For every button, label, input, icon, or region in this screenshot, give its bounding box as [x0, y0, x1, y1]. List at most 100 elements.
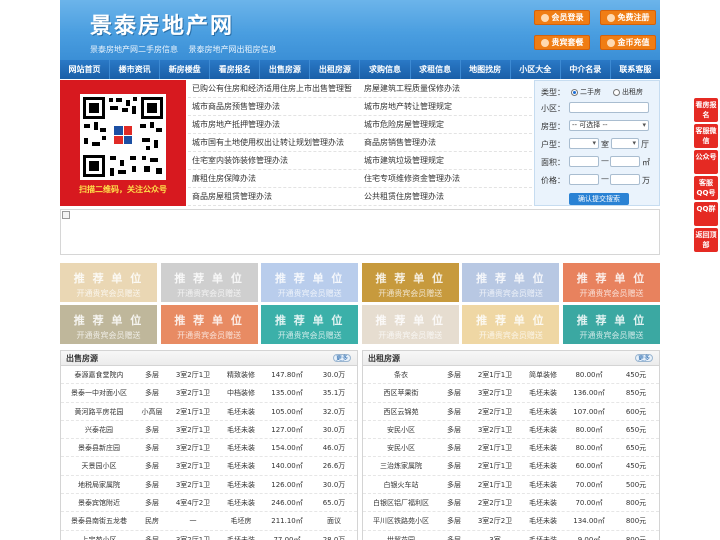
banner-area[interactable]: [60, 209, 660, 255]
vip-package-button[interactable]: 贵宾套餐: [534, 35, 590, 50]
nav-contact[interactable]: 联系客服: [611, 60, 660, 79]
float-official-account[interactable]: 公众号: [694, 150, 718, 174]
policy-link[interactable]: 城市房地产抵押管理办法: [188, 116, 360, 133]
table-cell[interactable]: 地税局家属院: [61, 476, 137, 493]
nav-new-homes[interactable]: 新房楼盘: [160, 60, 211, 79]
nav-viewing-signup[interactable]: 看房报名: [210, 60, 261, 79]
table-cell[interactable]: 白银区铝厂福利区: [363, 494, 439, 511]
table-row[interactable]: 景泰宾馆附近 多层 4室4厅2卫 毛坯未装 246.00㎡ 65.0万: [61, 494, 357, 513]
table-row[interactable]: 世贸花园 多层 3室 毛坯未装 9.00㎡ 800元: [363, 531, 659, 540]
ad-slot[interactable]: 推 荐 单 位开通贵宾会员赠送: [462, 305, 560, 344]
subtitle-sale[interactable]: 景泰房地产网二手房信息: [90, 45, 178, 54]
table-cell[interactable]: 黄河路平房花园: [61, 403, 137, 420]
community-input[interactable]: [569, 102, 649, 113]
recharge-button[interactable]: 金币充值: [600, 35, 656, 50]
table-cell[interactable]: 上宝苑小区: [61, 531, 137, 540]
rent-more-button[interactable]: 更多: [635, 354, 653, 362]
ad-slot[interactable]: 推 荐 单 位开通贵宾会员赠送: [261, 305, 359, 344]
table-cell[interactable]: 西区云锦苑: [363, 403, 439, 420]
table-cell[interactable]: 景泰县新庄园: [61, 439, 137, 456]
nav-for-rent[interactable]: 出租房源: [310, 60, 361, 79]
table-row[interactable]: 白银火车站 多层 2室1厅1卫 毛坯未装 70.00㎡ 500元: [363, 476, 659, 495]
ad-slot[interactable]: 推 荐 单 位开通贵宾会员赠送: [261, 263, 359, 302]
table-cell[interactable]: 西区苹果街: [363, 384, 439, 401]
table-cell[interactable]: 世贸花园: [363, 531, 439, 540]
ad-slot[interactable]: 推 荐 单 位开通贵宾会员赠送: [160, 263, 258, 302]
table-cell[interactable]: 泰源嘉食堂院内: [61, 366, 137, 383]
table-row[interactable]: 天景园小区 多层 3室2厅1卫 毛坯未装 140.00㎡ 26.6万: [61, 457, 357, 476]
ad-slot[interactable]: 推 荐 单 位开通贵宾会员赠送: [60, 305, 157, 344]
policy-link[interactable]: 商品房销售管理办法: [360, 134, 532, 151]
table-cell[interactable]: 平川区铁路苑小区: [363, 512, 439, 529]
policy-link[interactable]: 公共租赁住房管理办法: [360, 188, 532, 205]
table-cell[interactable]: 兴泰花园: [61, 421, 137, 438]
table-row[interactable]: 安民小区 多层 3室2厅1卫 毛坯未装 80.00㎡ 650元: [363, 421, 659, 440]
table-row[interactable]: 条衣 多层 2室1厅1卫 简单装修 80.00㎡ 450元: [363, 366, 659, 385]
policy-link[interactable]: 房屋建筑工程质量保修办法: [360, 80, 532, 97]
table-row[interactable]: 西区云锦苑 多层 2室2厅1卫 毛坯未装 107.00㎡ 600元: [363, 403, 659, 421]
table-row[interactable]: 平川区铁路苑小区 多层 3室2厅2卫 毛坯未装 134.00㎡ 800元: [363, 512, 659, 531]
nav-want-buy[interactable]: 求购信息: [360, 60, 411, 79]
nav-want-rent[interactable]: 求租信息: [411, 60, 461, 79]
policy-link[interactable]: 住宅室内装饰装修管理办法: [188, 152, 360, 169]
table-cell[interactable]: 景泰宾馆附近: [61, 494, 137, 511]
hall-select[interactable]: [611, 138, 639, 149]
area-max-input[interactable]: [610, 156, 640, 167]
table-row[interactable]: 上宝苑小区 多层 3室2厅1卫 毛坯未装 77.00㎡ 28.0万: [61, 531, 357, 540]
table-row[interactable]: 景泰县新庄园 多层 3室2厅1卫 毛坯未装 154.00㎡ 46.0万: [61, 439, 357, 458]
table-row[interactable]: 景泰一中对面小区 多层 3室2厅1卫 中档装修 135.00㎡ 35.1万: [61, 384, 357, 403]
table-row[interactable]: 兴泰花园 多层 3室2厅1卫 毛坯未装 127.00㎡ 30.0万: [61, 421, 357, 440]
float-qq[interactable]: 客服QQ号: [694, 176, 718, 200]
nav-communities[interactable]: 小区大全: [511, 60, 561, 79]
float-wechat[interactable]: 客服微信: [694, 124, 718, 148]
table-cell[interactable]: 景泰一中对面小区: [61, 384, 137, 401]
nav-map[interactable]: 地图找房: [461, 60, 511, 79]
table-cell[interactable]: 白银火车站: [363, 476, 439, 493]
policy-link[interactable]: 城市房地产转让管理规定: [360, 98, 532, 115]
table-row[interactable]: 西区苹果街 多层 3室2厅1卫 毛坯未装 136.00㎡ 850元: [363, 384, 659, 403]
nav-home[interactable]: 网站首页: [60, 60, 111, 79]
float-viewing-signup[interactable]: 看房报名: [694, 98, 718, 122]
price-min-input[interactable]: [569, 174, 599, 185]
ad-slot[interactable]: 推 荐 单 位开通贵宾会员赠送: [562, 305, 660, 344]
room-select[interactable]: [569, 138, 599, 149]
table-cell[interactable]: 条衣: [363, 366, 439, 383]
policy-link[interactable]: 已购公有住房和经济适用住房上市出售管理暂: [188, 80, 360, 97]
policy-link[interactable]: 城市商品房预售管理办法: [188, 98, 360, 115]
ad-slot[interactable]: 推 荐 单 位开通贵宾会员赠送: [60, 263, 157, 302]
area-min-input[interactable]: [569, 156, 599, 167]
table-row[interactable]: 景泰县南街五龙巷 民房 一 毛坯房 211.10㎡ 面议: [61, 512, 357, 531]
table-cell[interactable]: 安民小区: [363, 439, 439, 456]
nav-news[interactable]: 楼市资讯: [110, 60, 161, 79]
ad-slot[interactable]: 推 荐 单 位开通贵宾会员赠送: [160, 305, 258, 344]
float-back-to-top[interactable]: 返回顶部: [694, 228, 718, 252]
table-row[interactable]: 地税局家属院 多层 3室2厅1卫 毛坯未装 126.00㎡ 30.0万: [61, 476, 357, 495]
policy-link[interactable]: 廉租住房保障办法: [188, 170, 360, 187]
nav-agencies[interactable]: 中介名录: [561, 60, 611, 79]
login-button[interactable]: 会员登录: [534, 10, 590, 25]
radio-rent[interactable]: 出租房: [613, 87, 643, 97]
table-row[interactable]: 黄河路平房花园 小高层 2室1厅1卫 毛坯未装 105.00㎡ 32.0万: [61, 403, 357, 421]
price-max-input[interactable]: [610, 174, 640, 185]
radio-sale[interactable]: 二手房: [571, 87, 601, 97]
table-cell[interactable]: 三治炼家属院: [363, 457, 439, 474]
property-select[interactable]: -- 可选择 --: [569, 120, 649, 131]
policy-link[interactable]: 商品房屋租赁管理办法: [188, 188, 360, 205]
ad-slot[interactable]: 推 荐 单 位开通贵宾会员赠送: [361, 305, 459, 344]
table-row[interactable]: 泰源嘉食堂院内 多层 3室2厅1卫 精致装修 147.80㎡ 30.0万: [61, 366, 357, 385]
ad-slot[interactable]: 推 荐 单 位开通贵宾会员赠送: [361, 263, 459, 302]
ad-slot[interactable]: 推 荐 单 位开通贵宾会员赠送: [562, 263, 660, 302]
policy-link[interactable]: 城市国有土地使用权出让转让规划管理办法: [188, 134, 360, 151]
search-submit-button[interactable]: 确认提交搜索: [569, 193, 629, 205]
ad-slot[interactable]: 推 荐 单 位开通贵宾会员赠送: [462, 263, 560, 302]
table-row[interactable]: 安民小区 多层 2室1厅1卫 毛坯未装 80.00㎡ 650元: [363, 439, 659, 458]
site-logo[interactable]: 景泰房地产网: [90, 8, 234, 40]
register-button[interactable]: 免费注册: [600, 10, 656, 25]
policy-link[interactable]: 住宅专项维修资金管理办法: [360, 170, 532, 187]
table-cell[interactable]: 景泰县南街五龙巷: [61, 512, 137, 529]
subtitle-rent[interactable]: 景泰房地产网出租房信息: [189, 45, 277, 54]
policy-link[interactable]: 城市危险房屋管理规定: [360, 116, 532, 133]
policy-link[interactable]: 城市建筑垃圾管理规定: [360, 152, 532, 169]
nav-for-sale[interactable]: 出售房源: [260, 60, 311, 79]
table-cell[interactable]: 天景园小区: [61, 457, 137, 474]
